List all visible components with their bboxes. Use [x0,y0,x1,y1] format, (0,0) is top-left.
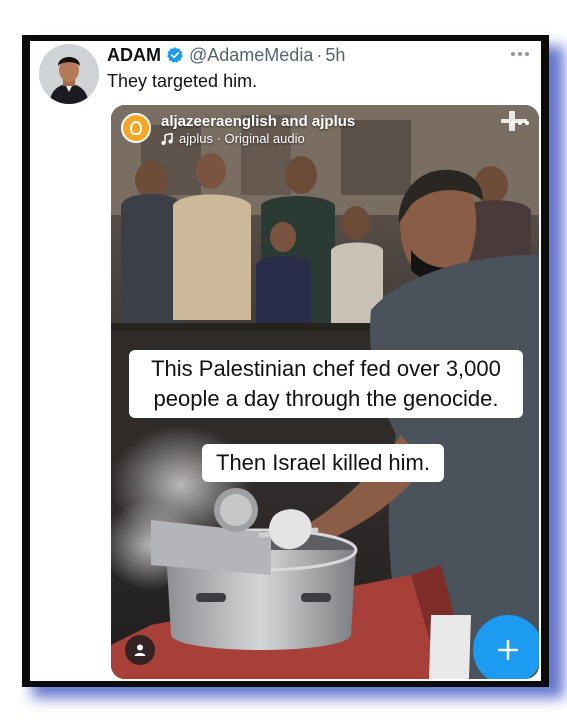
video-caption-second: Then Israel killed him. [202,444,444,482]
ajplus-watermark-icon [497,109,531,131]
ajplus-logo-icon[interactable] [121,113,151,143]
avatar[interactable] [39,44,99,104]
reel-audio[interactable]: ajplus · Original audio [161,131,355,147]
compose-plus-icon[interactable] [473,615,539,679]
tweet-timestamp[interactable]: 5h [325,43,345,67]
reel-audio-label: ajplus · Original audio [179,131,305,146]
reel-header: aljazeeraenglish and ajplus ajplus · Ori… [121,113,355,147]
music-note-icon [161,132,173,145]
tweet-text: They targeted him. [107,71,258,91]
video-caption: This Palestinian chef fed over 3,000 peo… [129,350,523,418]
avatar-portrait [39,44,99,104]
author-handle[interactable]: @AdameMedia [189,43,313,67]
verified-badge-icon [166,46,184,64]
reel-more-icon[interactable] [511,121,529,125]
tweet-card[interactable]: ADAM @AdameMedia · 5h They targeted him. [30,41,541,681]
meta-separator: · [316,45,323,65]
more-options-icon[interactable] [509,47,531,61]
tweet-header: ADAM @AdameMedia · 5h [107,43,345,67]
reel-accounts[interactable]: aljazeeraenglish and ajplus [161,113,355,131]
person-icon[interactable] [125,635,155,665]
video-media[interactable]: aljazeeraenglish and ajplus ajplus · Ori… [111,105,539,679]
author-name[interactable]: ADAM [107,43,161,67]
